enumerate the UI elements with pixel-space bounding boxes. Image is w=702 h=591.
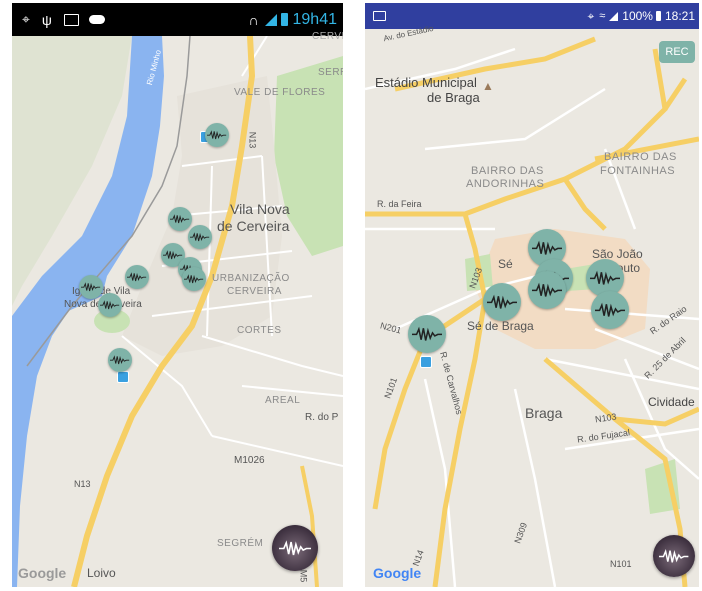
battery-icon [280, 13, 288, 26]
signal-icon [609, 11, 619, 21]
rec-button[interactable]: REC [659, 41, 695, 63]
waveform-icon [659, 548, 689, 563]
google-logo: Google [373, 565, 421, 581]
record-fab-button[interactable] [653, 535, 695, 577]
waveform-icon [184, 274, 204, 283]
location-icon: ⌖ [22, 11, 30, 27]
right-phone-screen: ⌖ ≈ 100% 18:21 REC Av. do Estádio Estádi… [365, 3, 699, 587]
map-view[interactable] [365, 29, 699, 587]
record-fab-button[interactable] [272, 525, 318, 571]
status-time: 19h41 [292, 10, 338, 28]
waveform-icon [170, 214, 190, 223]
waveform-icon [589, 270, 621, 285]
waveform-icon [110, 355, 130, 364]
sound-marker[interactable] [408, 315, 446, 353]
map-view[interactable] [12, 36, 343, 587]
status-bar: ⌖ ≈ 100% 18:21 [365, 3, 699, 29]
waveform-icon [127, 272, 147, 281]
sound-marker[interactable] [108, 348, 132, 372]
sound-marker[interactable] [591, 291, 629, 329]
waveform-icon [486, 294, 518, 309]
cloud-icon [88, 15, 105, 24]
waveform-icon [531, 240, 563, 255]
battery-icon [655, 11, 661, 21]
sound-marker[interactable] [98, 293, 122, 317]
waveform-icon [100, 300, 120, 309]
sound-marker[interactable] [483, 283, 521, 321]
sound-marker[interactable] [188, 225, 212, 249]
signal-icon [264, 13, 277, 26]
sound-marker[interactable] [125, 265, 149, 289]
google-logo-text: Google [373, 565, 422, 581]
image-icon [373, 11, 386, 21]
google-logo: Google [18, 565, 67, 581]
image-icon [63, 13, 79, 26]
status-time: 18:21 [664, 9, 695, 23]
sound-marker[interactable] [79, 275, 103, 299]
usb-icon: ψ [41, 11, 52, 28]
waveform-icon [278, 539, 312, 555]
waveform-icon [531, 282, 563, 297]
sound-marker[interactable] [528, 271, 566, 309]
bus-stop-icon [420, 356, 432, 368]
waveform-icon [190, 232, 210, 241]
left-phone-screen: ⌖ ψ ∩ 19h41 VALE DE FLORES SER CERV N13 … [12, 3, 343, 587]
waveform-icon [411, 326, 443, 341]
battery-percent: 100% [622, 9, 653, 23]
bus-stop-icon [117, 371, 129, 383]
sound-marker[interactable] [182, 267, 206, 291]
waveform-icon [594, 302, 626, 317]
waveform-icon [207, 130, 227, 139]
status-bar: ⌖ ψ ∩ 19h41 [12, 3, 343, 36]
sound-marker[interactable] [168, 207, 192, 231]
waveform-icon [81, 282, 101, 291]
wifi-icon: ≈ [599, 10, 606, 22]
headphones-icon: ∩ [248, 11, 259, 28]
location-icon: ⌖ [587, 8, 595, 23]
waveform-icon [163, 250, 183, 259]
sound-marker[interactable] [205, 123, 229, 147]
